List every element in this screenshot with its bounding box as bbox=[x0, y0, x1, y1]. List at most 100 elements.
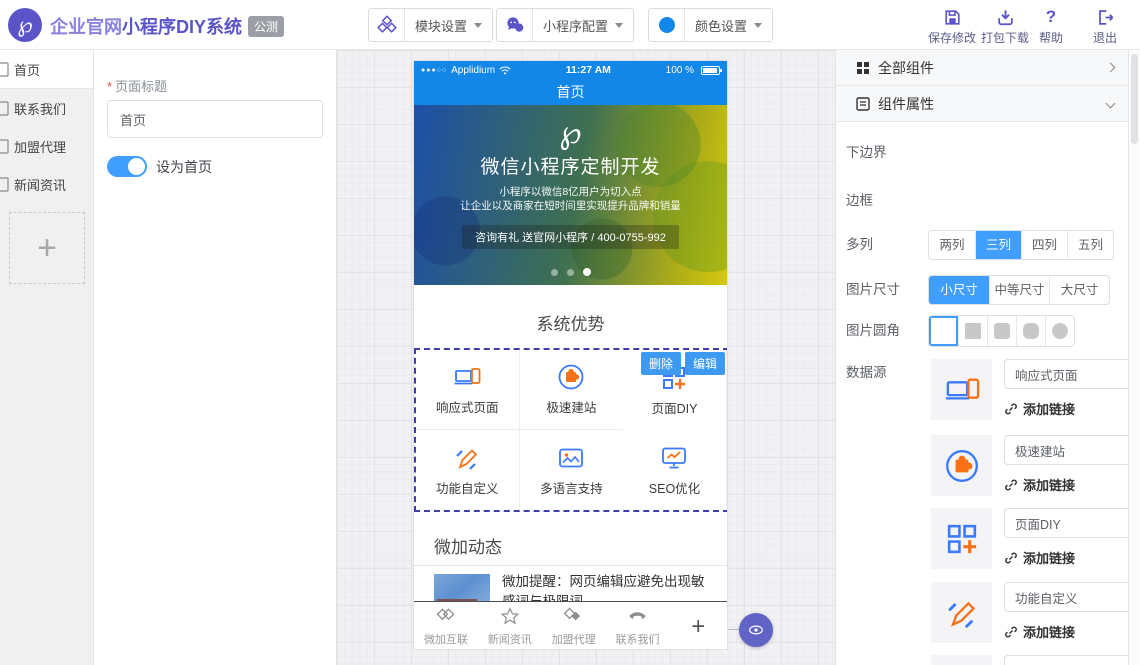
page-settings-panel: *页面标题 设为首页 bbox=[94, 50, 337, 665]
datasource-name-input[interactable] bbox=[1004, 508, 1128, 538]
add-page-button[interactable]: + bbox=[9, 212, 85, 284]
news-title: 微加提醒：网页编辑应避免出现敏感词与极限词 bbox=[502, 572, 714, 601]
responsive-page-icon bbox=[453, 363, 481, 391]
add-link-button[interactable]: 添加链接 bbox=[1004, 622, 1075, 641]
feature-cell-language[interactable]: 多语言支持 bbox=[520, 430, 624, 510]
phone-preview: ●●●○○ Applidium 11:27 AM 100 % 首页 ℘ 微信小程… bbox=[413, 60, 728, 650]
seo-icon bbox=[660, 444, 688, 472]
download-button[interactable]: 打包下载 bbox=[977, 6, 1033, 46]
miniprogram-config-dropdown[interactable]: 小程序配置 bbox=[496, 8, 634, 42]
battery-icon bbox=[701, 66, 720, 75]
carousel-dot[interactable] bbox=[567, 269, 574, 276]
fast-build-icon bbox=[557, 363, 585, 391]
sidebar-item-contact[interactable]: 联系我们 bbox=[0, 89, 93, 127]
radius-option-small[interactable] bbox=[987, 316, 1016, 346]
add-link-button[interactable]: 添加链接 bbox=[1004, 475, 1075, 494]
edit-component-button[interactable]: 编辑 bbox=[685, 352, 725, 375]
feature-cell-speed[interactable]: 极速建站 bbox=[520, 350, 624, 430]
radius-option-large[interactable] bbox=[1016, 316, 1045, 346]
datasource-row: 添加链接 bbox=[836, 582, 1128, 644]
tab-label: 微加互联 bbox=[414, 631, 478, 647]
top-bar: ℘ 企业官网小程序DIY系统公测 模块设置 小程序配置 颜色设置 bbox=[0, 0, 1140, 50]
app-title-secondary: 小程序DIY系统 bbox=[122, 17, 242, 37]
carousel-dot[interactable] bbox=[551, 269, 558, 276]
help-icon: ? bbox=[1028, 6, 1074, 28]
fast-build-icon bbox=[931, 435, 992, 496]
module-settings-dropdown[interactable]: 模块设置 bbox=[368, 8, 493, 42]
tab-weijia[interactable]: 微加互联 bbox=[414, 607, 478, 647]
tab-contact[interactable]: 联系我们 bbox=[606, 607, 670, 647]
battery-label: 100 % bbox=[666, 65, 694, 76]
feature-cell-seo[interactable]: SEO优化 bbox=[623, 430, 727, 510]
image-size-segmented-control: 小尺寸 中等尺寸 大尺寸 bbox=[928, 275, 1110, 305]
advantages-section: 系统优势 bbox=[414, 285, 727, 348]
multi-language-icon bbox=[557, 444, 585, 472]
columns-option-5[interactable]: 五列 bbox=[1067, 231, 1113, 259]
delete-component-button[interactable]: 删除 bbox=[641, 352, 681, 375]
hero-logo-icon: ℘ bbox=[414, 115, 727, 149]
datasource-name-input[interactable] bbox=[1004, 359, 1128, 389]
multi-language-icon bbox=[931, 655, 992, 665]
miniprogram-config-label: 小程序配置 bbox=[543, 16, 608, 35]
panel-scrollbar[interactable] bbox=[1128, 50, 1140, 665]
download-label: 打包下载 bbox=[977, 29, 1033, 46]
hero-banner[interactable]: ℘ 微信小程序定制开发 小程序以微信8亿用户为切入点 让企业以及商家在短时间里实… bbox=[414, 105, 727, 285]
signal-dots: ●●●○○ bbox=[421, 67, 447, 74]
news-item[interactable]: 网站编辑 微加提醒：网页编辑应避免出现敏感词与极限词 bbox=[414, 566, 727, 601]
component-props-header[interactable]: 组件属性 bbox=[836, 86, 1128, 122]
components-grid-icon bbox=[856, 61, 870, 75]
columns-option-4[interactable]: 四列 bbox=[1021, 231, 1067, 259]
image-size-large[interactable]: 大尺寸 bbox=[1049, 276, 1109, 304]
sidebar-item-home[interactable]: 首页 bbox=[0, 50, 93, 89]
help-button[interactable]: ? 帮助 bbox=[1028, 6, 1074, 46]
image-size-label: 图片尺寸 bbox=[846, 275, 900, 305]
radius-option-none-selected[interactable] bbox=[929, 316, 958, 346]
required-mark: * bbox=[107, 79, 112, 94]
feature-cell-custom[interactable]: 功能自定义 bbox=[416, 430, 520, 510]
news-thumbnail: 网站编辑 bbox=[434, 574, 490, 601]
bottom-border-label: 下边界 bbox=[846, 142, 887, 164]
tab-news[interactable]: 新闻资讯 bbox=[478, 607, 542, 647]
scrollbar-thumb[interactable] bbox=[1131, 54, 1138, 144]
color-settings-dropdown[interactable]: 颜色设置 bbox=[648, 8, 773, 42]
phone-icon bbox=[627, 607, 648, 625]
feature-cell-responsive[interactable]: 响应式页面 bbox=[416, 350, 520, 430]
radius-option-square[interactable] bbox=[958, 316, 987, 346]
page-icon bbox=[0, 61, 11, 78]
image-radius-row: 图片圆角 bbox=[836, 315, 1128, 347]
properties-panel: 全部组件 组件属性 下边界 边框 多列 两列 三列 四列 bbox=[835, 50, 1128, 665]
page-diy-icon bbox=[931, 508, 992, 569]
sidebar-item-label: 首页 bbox=[14, 60, 40, 79]
all-components-header[interactable]: 全部组件 bbox=[836, 50, 1128, 86]
sidebar-item-agent[interactable]: 加盟代理 bbox=[0, 127, 93, 165]
tab-agent[interactable]: 加盟代理 bbox=[542, 607, 606, 647]
datasource-name-input[interactable] bbox=[1004, 435, 1128, 465]
image-size-small-selected[interactable]: 小尺寸 bbox=[929, 276, 989, 304]
wechat-icon bbox=[497, 9, 533, 41]
page-title-input[interactable] bbox=[107, 100, 323, 138]
app: ℘ 企业官网小程序DIY系统公测 模块设置 小程序配置 颜色设置 bbox=[0, 0, 1140, 665]
tab-add-button[interactable]: + bbox=[670, 613, 727, 641]
columns-option-3-selected[interactable]: 三列 bbox=[975, 231, 1021, 259]
exit-button[interactable]: 退出 bbox=[1082, 6, 1128, 46]
selected-feature-grid-component[interactable]: 删除 编辑 响应式页面 极速建站 页面DIY 功能自定义 bbox=[414, 348, 728, 512]
carousel-dot-active[interactable] bbox=[583, 268, 591, 276]
plus-icon: + bbox=[691, 613, 705, 640]
columns-option-2[interactable]: 两列 bbox=[929, 231, 975, 259]
add-link-label: 添加链接 bbox=[1023, 548, 1075, 567]
feature-label: SEO优化 bbox=[649, 478, 700, 497]
sidebar-item-news[interactable]: 新闻资讯 bbox=[0, 165, 93, 203]
datasource-name-input[interactable] bbox=[1004, 655, 1128, 665]
add-link-label: 添加链接 bbox=[1023, 622, 1075, 641]
image-size-medium[interactable]: 中等尺寸 bbox=[989, 276, 1049, 304]
save-button[interactable]: 保存修改 bbox=[924, 6, 980, 46]
datasource-name-input[interactable] bbox=[1004, 582, 1128, 612]
preview-button[interactable] bbox=[739, 613, 773, 647]
border-row: 边框 bbox=[836, 190, 1128, 212]
radius-option-circle[interactable] bbox=[1045, 316, 1074, 346]
feature-label: 多语言支持 bbox=[540, 478, 603, 497]
add-link-label: 添加链接 bbox=[1023, 399, 1075, 418]
set-home-toggle[interactable] bbox=[107, 156, 147, 177]
add-link-button[interactable]: 添加链接 bbox=[1004, 548, 1075, 567]
add-link-button[interactable]: 添加链接 bbox=[1004, 399, 1075, 418]
